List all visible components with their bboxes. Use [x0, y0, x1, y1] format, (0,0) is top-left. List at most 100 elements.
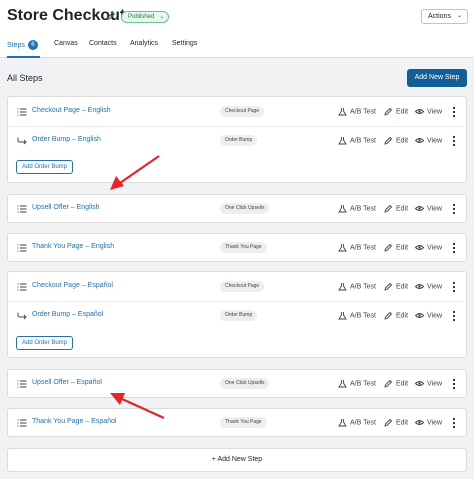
list-icon[interactable] — [17, 107, 27, 117]
add-new-step-button[interactable]: Add New Step — [407, 69, 467, 87]
more-options-icon[interactable] — [451, 281, 457, 293]
eye-icon — [415, 245, 424, 250]
step-name-link[interactable]: Upsell Offer – English — [32, 204, 100, 211]
step-group: Upsell Offer – English One Click Upsells… — [7, 194, 467, 223]
step-name-link[interactable]: Upsell Offer – Español — [32, 379, 102, 386]
view-label: View — [427, 312, 443, 320]
more-options-icon[interactable] — [451, 203, 457, 215]
list-icon[interactable] — [17, 418, 27, 428]
view-button[interactable]: View — [415, 107, 442, 116]
step-group: Thank You Page – English Thank You Page … — [7, 233, 467, 262]
steps-count-badge: 6 — [27, 40, 38, 50]
tab-analytics[interactable]: Analytics — [130, 40, 158, 47]
ab-test-label: A/B Test — [350, 205, 376, 213]
actions-dropdown[interactable]: Actions ⌄ — [421, 9, 468, 24]
step-name-link[interactable]: Order Bump – Español — [32, 311, 103, 318]
step-row: Thank You Page – English Thank You Page … — [8, 234, 466, 262]
step-type-badge: Thank You Page — [220, 417, 267, 428]
pencil-icon — [384, 379, 393, 388]
more-options-icon[interactable] — [451, 417, 457, 429]
ab-test-button[interactable]: A/B Test — [338, 243, 376, 252]
edit-label: Edit — [396, 205, 409, 213]
flask-icon — [338, 137, 347, 145]
eye-icon — [415, 138, 424, 143]
edit-button[interactable]: Edit — [384, 311, 408, 320]
step-name-link[interactable]: Checkout Page – Español — [32, 282, 113, 289]
edit-button[interactable]: Edit — [384, 107, 408, 116]
ab-test-button[interactable]: A/B Test — [338, 379, 376, 388]
pencil-icon — [384, 107, 393, 116]
ab-test-button[interactable]: A/B Test — [338, 204, 376, 213]
flask-icon — [338, 419, 347, 427]
view-button[interactable]: View — [415, 311, 442, 320]
ab-test-label: A/B Test — [350, 137, 376, 145]
tab-bar: Steps 6 Canvas Contacts Analytics Setting… — [0, 36, 474, 58]
view-label: View — [427, 205, 443, 213]
view-button[interactable]: View — [415, 418, 442, 427]
ab-test-button[interactable]: A/B Test — [338, 282, 376, 291]
step-type-badge: Order Bump — [220, 135, 258, 146]
add-new-step-bottom-button[interactable]: + Add New Step — [7, 448, 467, 472]
view-label: View — [427, 283, 443, 291]
tab-contacts[interactable]: Contacts — [89, 40, 117, 47]
list-icon[interactable] — [17, 282, 27, 292]
view-button[interactable]: View — [415, 379, 442, 388]
edit-button[interactable]: Edit — [384, 136, 408, 145]
add-order-bump-button[interactable]: Add Order Bump — [16, 160, 74, 174]
more-options-icon[interactable] — [451, 135, 457, 147]
more-options-icon[interactable] — [451, 106, 457, 118]
step-name-link[interactable]: Order Bump – English — [32, 136, 101, 143]
edit-button[interactable]: Edit — [384, 243, 408, 252]
step-name-link[interactable]: Thank You Page – Español — [32, 418, 116, 425]
edit-button[interactable]: Edit — [384, 204, 408, 213]
more-options-icon[interactable] — [451, 378, 457, 390]
view-button[interactable]: View — [415, 282, 442, 291]
tab-settings[interactable]: Settings — [172, 40, 197, 47]
eye-icon — [415, 109, 424, 114]
view-button[interactable]: View — [415, 204, 442, 213]
edit-button[interactable]: Edit — [384, 418, 408, 427]
step-row: Order Bump – English Order Bump A/B Test… — [8, 126, 466, 154]
step-type-badge: One Click Upsells — [220, 378, 270, 389]
ab-test-label: A/B Test — [350, 312, 376, 320]
ab-test-button[interactable]: A/B Test — [338, 311, 376, 320]
step-group: Thank You Page – Español Thank You Page … — [7, 408, 467, 437]
flask-icon — [338, 205, 347, 213]
step-row: Thank You Page – Español Thank You Page … — [8, 409, 466, 437]
arrow-return-icon — [17, 312, 27, 320]
page-header: Store Checkout Published ⌄ Actions ⌄ Ste… — [0, 0, 474, 58]
step-row: Checkout Page – Español Checkout Page A/… — [8, 273, 466, 301]
eye-icon — [415, 381, 424, 386]
list-icon[interactable] — [17, 243, 27, 253]
edit-label: Edit — [396, 380, 409, 388]
edit-button[interactable]: Edit — [384, 282, 408, 291]
ab-test-label: A/B Test — [350, 419, 376, 427]
list-icon[interactable] — [17, 204, 27, 214]
edit-label: Edit — [396, 419, 409, 427]
pencil-icon[interactable] — [106, 11, 116, 21]
edit-label: Edit — [396, 108, 409, 116]
list-icon[interactable] — [17, 379, 27, 389]
step-name-link[interactable]: Thank You Page – English — [32, 243, 114, 250]
edit-label: Edit — [396, 137, 409, 145]
pencil-icon — [384, 204, 393, 213]
view-button[interactable]: View — [415, 136, 442, 145]
tab-canvas[interactable]: Canvas — [54, 40, 78, 47]
status-badge[interactable]: Published ⌄ — [121, 11, 170, 23]
step-type-badge: Checkout Page — [220, 281, 265, 292]
ab-test-button[interactable]: A/B Test — [338, 418, 376, 427]
ab-test-button[interactable]: A/B Test — [338, 136, 376, 145]
view-button[interactable]: View — [415, 243, 442, 252]
edit-button[interactable]: Edit — [384, 379, 408, 388]
edit-label: Edit — [396, 244, 409, 252]
tab-label: Steps — [7, 41, 25, 49]
ab-test-button[interactable]: A/B Test — [338, 107, 376, 116]
more-options-icon[interactable] — [451, 310, 457, 322]
flask-icon — [338, 380, 347, 388]
annotation-arrow-icon — [110, 155, 160, 190]
more-options-icon[interactable] — [451, 242, 457, 254]
tab-steps[interactable]: Steps 6 — [7, 40, 38, 50]
step-name-link[interactable]: Checkout Page – English — [32, 107, 111, 114]
edit-label: Edit — [396, 283, 409, 291]
add-order-bump-button[interactable]: Add Order Bump — [16, 336, 74, 350]
